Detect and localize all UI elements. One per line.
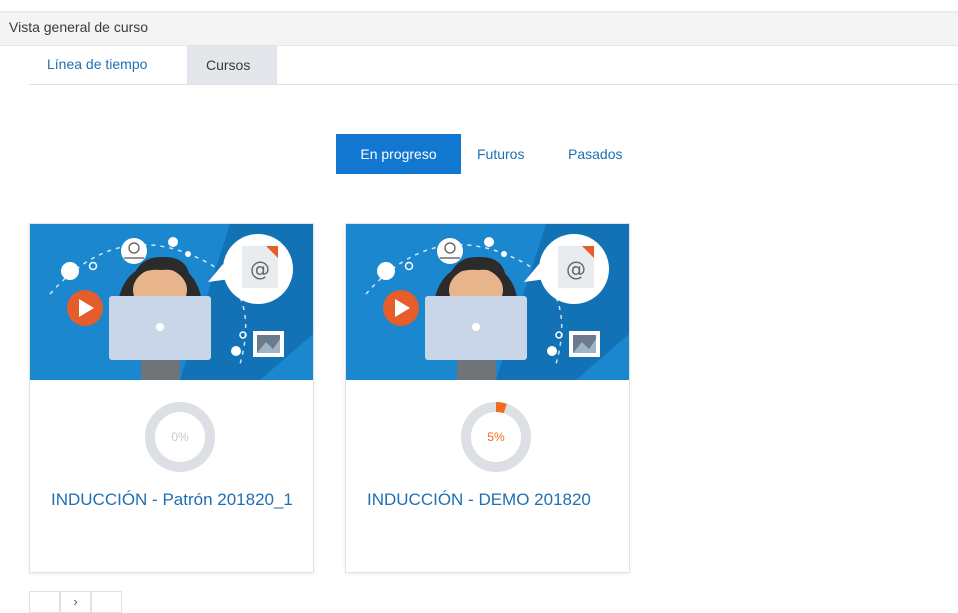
svg-text:@: @ (250, 257, 270, 281)
progress-percent: 5% (487, 430, 505, 444)
course-banner-image: @ (346, 224, 629, 380)
chevron-left-icon[interactable] (29, 591, 60, 613)
filter-future-button[interactable]: Futuros (477, 134, 524, 174)
filter-past-button[interactable]: Pasados (568, 134, 622, 174)
course-title-link[interactable]: INDUCCIÓN - DEMO 201820 (367, 489, 612, 511)
page-button[interactable] (91, 591, 122, 613)
tab-timeline[interactable]: Línea de tiempo (29, 45, 187, 84)
course-card[interactable]: @ 0% INDUCCIÓN - Patrón 201820_1 (29, 223, 314, 573)
course-title-link[interactable]: INDUCCIÓN - Patrón 201820_1 (51, 489, 296, 511)
tab-courses[interactable]: Cursos (187, 45, 277, 84)
chevron-right-icon[interactable]: › (60, 591, 91, 613)
block-header: Vista general de curso (0, 13, 958, 46)
course-card[interactable]: @ 5% INDUCCIÓN - DEMO 201820 (345, 223, 630, 573)
course-overview-tabs: Línea de tiempo Cursos (29, 45, 958, 85)
block-title: Vista general de curso (9, 19, 149, 35)
progress-percent: 0% (171, 430, 189, 444)
course-banner-image: @ (30, 224, 313, 380)
svg-text:@: @ (566, 257, 586, 281)
filter-in-progress-button[interactable]: En progreso (336, 134, 461, 174)
